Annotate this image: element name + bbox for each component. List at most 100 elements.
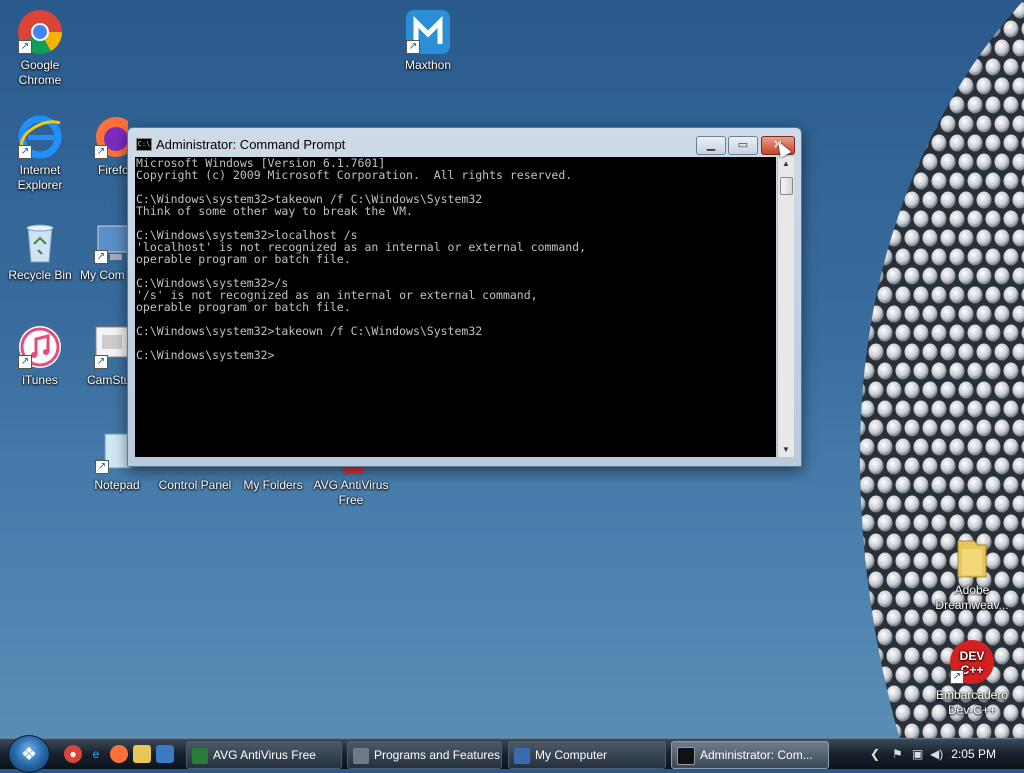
taskbar-item-avg[interactable]: AVG AntiVirus Free	[186, 741, 342, 769]
desktop-icon-my-computer[interactable]: ↗ My Com	[78, 218, 128, 283]
building-disc	[932, 249, 947, 266]
command-prompt-window[interactable]: C:\ Administrator: Command Prompt ▁ ▭ ✕ …	[127, 127, 802, 467]
building-disc	[851, 154, 866, 171]
desktop-icon-devcpp[interactable]: DEVC++ ↗ Embarcadero Dev-C++	[932, 638, 1012, 718]
building-disc	[896, 705, 911, 722]
building-disc	[860, 135, 875, 152]
console-output[interactable]: Microsoft Windows [Version 6.1.7601] Cop…	[135, 157, 776, 457]
building-disc	[923, 2, 938, 19]
building-disc	[851, 2, 866, 19]
tray-expand-icon[interactable]: ❮	[870, 747, 880, 761]
title-bar[interactable]: C:\ Administrator: Command Prompt ▁ ▭ ✕	[134, 134, 795, 154]
building-disc	[995, 268, 1010, 285]
start-button[interactable]: ❖	[8, 735, 50, 773]
building-disc	[923, 306, 938, 323]
scroll-down-arrow-icon[interactable]: ▼	[778, 443, 794, 457]
building-disc	[851, 78, 866, 95]
desktop-icon-chrome[interactable]: ↗ Google Chrome	[0, 8, 80, 88]
svg-text:C++: C++	[961, 663, 984, 677]
building-disc	[950, 287, 965, 304]
building-disc	[887, 420, 902, 437]
building-disc	[977, 230, 992, 247]
building-disc	[896, 135, 911, 152]
scroll-thumb[interactable]	[780, 177, 793, 195]
quicklaunch-desktop-icon[interactable]	[156, 745, 174, 763]
building-disc	[959, 458, 974, 475]
building-disc	[977, 2, 992, 19]
building-disc	[923, 154, 938, 171]
building-disc	[977, 420, 992, 437]
building-disc	[914, 629, 929, 646]
icon-label: Control Panel	[155, 478, 235, 493]
building-disc	[959, 230, 974, 247]
maximize-button[interactable]: ▭	[728, 136, 758, 155]
building-disc	[977, 192, 992, 209]
building-disc	[986, 59, 1001, 76]
desktop-icon-recycle-bin[interactable]: Recycle Bin	[0, 218, 80, 283]
building-disc	[923, 458, 938, 475]
building-disc	[914, 97, 929, 114]
task-label: AVG AntiVirus Free	[213, 748, 316, 762]
building-disc	[860, 477, 875, 494]
desktop-icon-maxthon[interactable]: ↗ Maxthon	[388, 8, 468, 73]
building-disc	[1013, 648, 1024, 665]
building-disc	[932, 211, 947, 228]
building-disc	[860, 363, 875, 380]
building-disc	[878, 21, 893, 38]
taskbar-item-command-prompt[interactable]: Administrator: Com...	[671, 741, 829, 769]
building-disc	[1004, 173, 1019, 190]
building-disc	[869, 116, 884, 133]
quicklaunch-firefox-icon[interactable]	[110, 745, 128, 763]
building-disc	[1013, 534, 1024, 551]
building-disc	[986, 439, 1001, 456]
building-disc	[887, 78, 902, 95]
building-disc	[986, 173, 1001, 190]
network-icon[interactable]: ▣	[912, 747, 923, 761]
building-disc	[923, 78, 938, 95]
building-disc	[914, 667, 929, 684]
building-disc	[995, 192, 1010, 209]
scroll-up-arrow-icon[interactable]: ▲	[778, 157, 794, 171]
building-disc	[905, 40, 920, 57]
volume-icon[interactable]: ◀)	[930, 747, 943, 761]
building-disc	[1004, 325, 1019, 342]
icon-label: Firefo	[78, 163, 128, 178]
building-disc	[905, 306, 920, 323]
building-disc	[941, 344, 956, 361]
building-disc	[851, 40, 866, 57]
desktop-icon-dreamweaver[interactable]: Adobe Dreamweav...	[932, 533, 1012, 613]
building-disc	[995, 40, 1010, 57]
building-disc	[1013, 2, 1024, 19]
building-disc	[878, 211, 893, 228]
icon-label: CamStu	[78, 373, 128, 388]
taskbar-item-my-computer[interactable]: My Computer	[508, 741, 666, 769]
building-disc	[869, 420, 884, 437]
building-disc	[896, 287, 911, 304]
building-disc	[941, 2, 956, 19]
building-disc	[869, 648, 884, 665]
building-disc	[977, 382, 992, 399]
building-disc	[932, 439, 947, 456]
icon-label: Adobe Dreamweav...	[932, 583, 1012, 613]
desktop-icon-ie[interactable]: ↗ Internet Explorer	[0, 113, 80, 193]
vertical-scrollbar[interactable]: ▲ ▼	[777, 157, 794, 457]
desktop-icon-firefox[interactable]: ↗ Firefo	[78, 113, 128, 178]
building-disc	[950, 363, 965, 380]
building-disc	[959, 420, 974, 437]
action-center-flag-icon[interactable]: ⚑	[892, 747, 903, 761]
building-disc	[959, 116, 974, 133]
desktop-icon-camstudio[interactable]: ↗ CamStu	[78, 323, 128, 388]
quicklaunch-chrome-icon[interactable]: ●	[64, 745, 82, 763]
building-disc	[878, 173, 893, 190]
building-disc	[950, 325, 965, 342]
taskbar-item-programs[interactable]: Programs and Features	[347, 741, 502, 769]
quicklaunch-ie-icon[interactable]: e	[87, 745, 105, 763]
minimize-button[interactable]: ▁	[696, 136, 726, 155]
clock[interactable]: 2:05 PM	[951, 747, 996, 761]
building-disc	[851, 116, 866, 133]
quicklaunch-explorer-icon[interactable]	[133, 745, 151, 763]
cmd-icon: C:\	[136, 138, 152, 151]
desktop-icon-itunes[interactable]: ↗ iTunes	[0, 323, 80, 388]
building-disc	[1013, 230, 1024, 247]
building-disc	[1004, 135, 1019, 152]
